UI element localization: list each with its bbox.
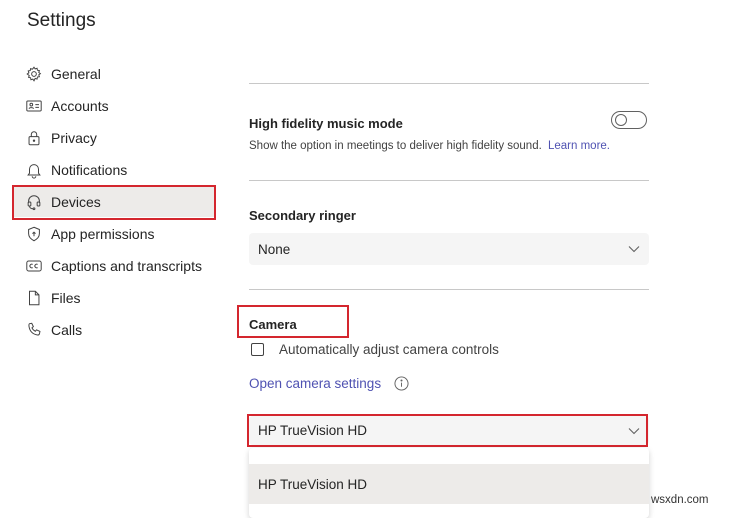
secondary-ringer-value: None (258, 241, 291, 257)
hifi-music-title: High fidelity music mode (249, 116, 403, 131)
cc-icon (25, 257, 43, 275)
checkbox-box[interactable] (251, 343, 264, 356)
sidebar-item-devices[interactable]: Devices (14, 187, 214, 217)
auto-adjust-camera-checkbox[interactable]: Automatically adjust camera controls (251, 342, 499, 357)
sidebar-item-label: Devices (51, 194, 101, 210)
camera-select-value: HP TrueVision HD (258, 423, 368, 438)
secondary-ringer-title: Secondary ringer (249, 208, 356, 223)
toggle-knob (615, 114, 627, 126)
hifi-music-description: Show the option in meetings to deliver h… (249, 140, 610, 152)
sidebar-item-label: General (51, 66, 101, 82)
info-icon[interactable] (394, 376, 409, 391)
sidebar-item-general[interactable]: General (14, 59, 214, 89)
section-divider (249, 180, 649, 181)
bell-icon (25, 161, 43, 179)
file-icon (25, 289, 43, 307)
sidebar-item-files[interactable]: Files (14, 283, 214, 313)
open-camera-settings-link[interactable]: Open camera settings (249, 376, 381, 391)
chevron-down-icon (628, 245, 640, 253)
sidebar-item-app-permissions[interactable]: App permissions (14, 219, 214, 249)
camera-title: Camera (249, 317, 297, 332)
auto-adjust-camera-label: Automatically adjust camera controls (279, 342, 499, 357)
hifi-description-text: Show the option in meetings to deliver h… (249, 140, 542, 152)
secondary-ringer-select[interactable]: None (249, 233, 649, 265)
section-divider (249, 289, 649, 290)
sidebar-item-label: Privacy (51, 130, 97, 146)
sidebar-item-label: Files (51, 290, 81, 306)
page-title: Settings (27, 10, 96, 31)
open-camera-settings-row: Open camera settings (249, 376, 409, 391)
section-divider (249, 83, 649, 84)
gear-icon (25, 65, 43, 83)
camera-select[interactable]: HP TrueVision HD (249, 416, 649, 445)
lock-icon (25, 129, 43, 147)
camera-option[interactable]: HP TrueVision HD (249, 464, 649, 504)
hifi-music-toggle[interactable] (611, 111, 647, 129)
watermark: wsxdn.com (651, 494, 709, 506)
sidebar-item-label: Notifications (51, 162, 128, 178)
phone-icon (25, 321, 43, 339)
chevron-down-icon (628, 427, 640, 435)
shield-icon (25, 225, 43, 243)
headset-icon (25, 193, 43, 211)
camera-dropdown-list: HP TrueVision HD (249, 448, 649, 518)
sidebar-item-label: App permissions (51, 226, 155, 242)
learn-more-link[interactable]: Learn more. (548, 140, 610, 152)
sidebar-item-privacy[interactable]: Privacy (14, 123, 214, 153)
sidebar-item-calls[interactable]: Calls (14, 315, 214, 345)
sidebar-item-notifications[interactable]: Notifications (14, 155, 214, 185)
id-card-icon (25, 97, 43, 115)
sidebar-item-captions[interactable]: Captions and transcripts (14, 251, 214, 281)
sidebar-item-label: Accounts (51, 98, 109, 114)
sidebar-item-accounts[interactable]: Accounts (14, 91, 214, 121)
sidebar-item-label: Calls (51, 322, 83, 338)
sidebar-item-label: Captions and transcripts (51, 258, 202, 274)
